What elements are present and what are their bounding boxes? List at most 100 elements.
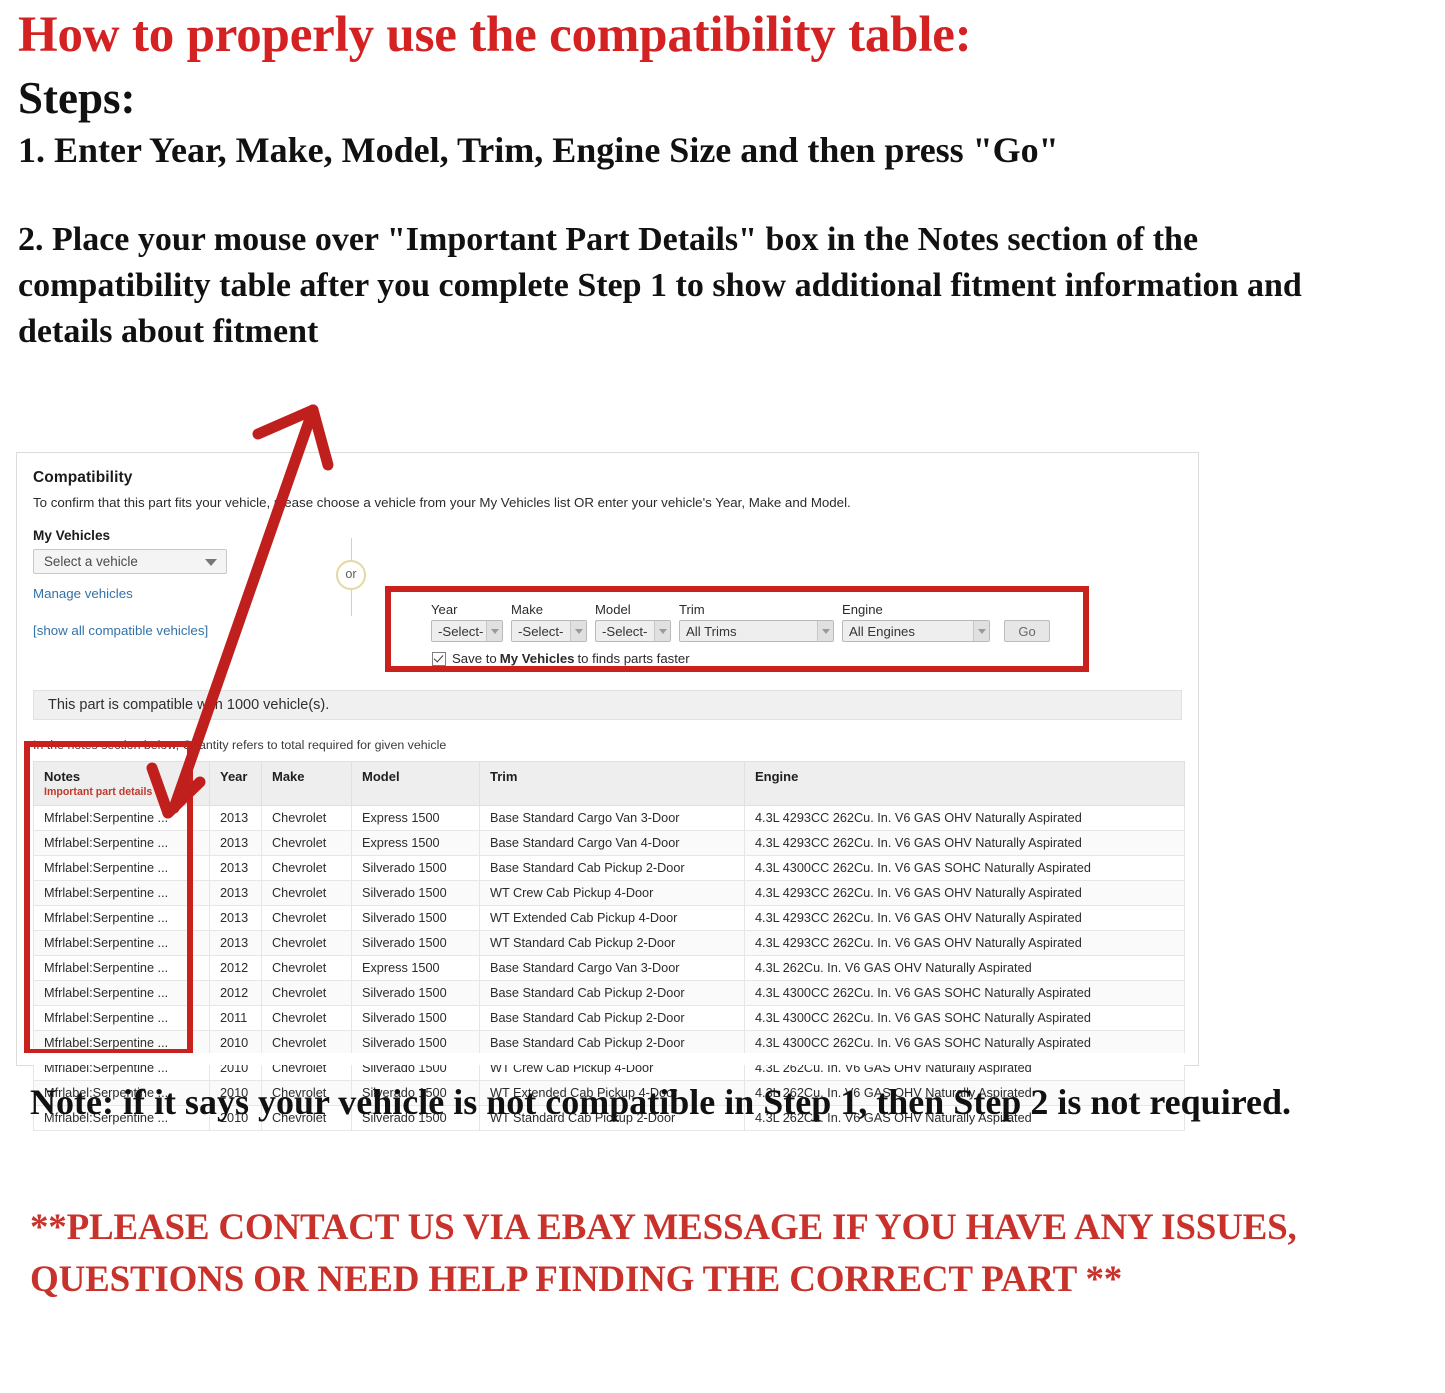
compatibility-heading: Compatibility <box>33 469 133 486</box>
cell-year: 2013 <box>209 805 262 831</box>
cell-model: Silverado 1500 <box>351 1005 480 1031</box>
model-value: -Select- <box>602 623 648 639</box>
save-checkbox[interactable] <box>432 651 446 666</box>
engine-select[interactable]: All Engines <box>842 620 990 642</box>
column-header-engine[interactable]: Engine <box>744 761 1185 806</box>
cell-year: 2013 <box>209 830 262 856</box>
model-label: Model <box>595 602 631 617</box>
save-prefix-label: Save to <box>452 651 497 666</box>
trim-label: Trim <box>679 602 705 617</box>
cell-notes: Mfrlabel:Serpentine ... <box>33 955 210 981</box>
make-select[interactable]: -Select- <box>511 620 587 642</box>
cell-engine: 4.3L 4300CC 262Cu. In. V6 GAS SOHC Natur… <box>744 855 1185 881</box>
cell-engine: 4.3L 4293CC 262Cu. In. V6 GAS OHV Natura… <box>744 880 1185 906</box>
vehicle-entry-area: My Vehicles Select a vehicle Manage vehi… <box>33 528 1182 678</box>
trim-select[interactable]: All Trims <box>679 620 834 642</box>
save-to-my-vehicles-row[interactable]: Save to My Vehicles to finds parts faste… <box>391 642 1083 666</box>
chevron-down-icon <box>973 621 989 641</box>
cell-year: 2013 <box>209 855 262 881</box>
chevron-down-icon <box>570 621 586 641</box>
vehicle-select-value: Select a vehicle <box>44 554 138 569</box>
go-button[interactable]: Go <box>1004 620 1050 642</box>
or-separator: or <box>333 538 369 616</box>
cell-engine: 4.3L 4293CC 262Cu. In. V6 GAS OHV Natura… <box>744 805 1185 831</box>
cell-trim: Base Standard Cab Pickup 2-Door <box>479 1030 745 1056</box>
vehicle-form-highlight-box: Year -Select- Make -Select- Model -Selec… <box>385 586 1089 672</box>
cell-year: 2011 <box>209 1005 262 1031</box>
table-row[interactable]: Mfrlabel:Serpentine ... 2013 Chevrolet Silv… <box>33 880 1185 906</box>
cell-notes: Mfrlabel:Serpentine ... <box>33 930 210 956</box>
important-part-details-label: Important part details <box>44 786 153 798</box>
cell-year: 2013 <box>209 880 262 906</box>
cell-engine: 4.3L 4293CC 262Cu. In. V6 GAS OHV Natura… <box>744 830 1185 856</box>
vehicle-select-dropdown[interactable]: Select a vehicle <box>33 549 227 574</box>
column-header-model[interactable]: Model <box>351 761 480 806</box>
cell-year: 2013 <box>209 905 262 931</box>
my-vehicles-label: My Vehicles <box>33 528 111 543</box>
vehicle-fields-row: Year -Select- Make -Select- Model -Selec… <box>391 592 1083 642</box>
cell-engine: 4.3L 4293CC 262Cu. In. V6 GAS OHV Natura… <box>744 930 1185 956</box>
or-line-bottom <box>350 590 352 616</box>
compatible-count-banner: This part is compatible with 1000 vehicl… <box>33 690 1182 720</box>
cell-engine: 4.3L 262Cu. In. V6 GAS OHV Naturally Asp… <box>744 955 1185 981</box>
cell-model: Express 1500 <box>351 805 480 831</box>
table-row[interactable]: Mfrlabel:Serpentine ... 2012 Chevrolet Expr… <box>33 955 1185 981</box>
chevron-down-icon <box>486 621 502 641</box>
instructions-block: How to properly use the compatibility ta… <box>18 7 1418 355</box>
table-row[interactable]: Mfrlabel:Serpentine ... 2012 Chevrolet Silv… <box>33 980 1185 1006</box>
column-header-year[interactable]: Year <box>209 761 262 806</box>
year-label: Year <box>431 602 458 617</box>
table-row[interactable]: Mfrlabel:Serpentine ... 2013 Chevrolet Expr… <box>33 830 1185 856</box>
cell-year: 2012 <box>209 955 262 981</box>
engine-value: All Engines <box>849 623 915 639</box>
year-select[interactable]: -Select- <box>431 620 503 642</box>
column-header-make[interactable]: Make <box>261 761 352 806</box>
cell-trim: Base Standard Cab Pickup 2-Door <box>479 980 745 1006</box>
cell-notes: Mfrlabel:Serpentine ... <box>33 805 210 831</box>
cell-model: Express 1500 <box>351 955 480 981</box>
cell-notes: Mfrlabel:Serpentine ... <box>33 1005 210 1031</box>
cell-make: Chevrolet <box>261 805 352 831</box>
step-1-text: 1. Enter Year, Make, Model, Trim, Engine… <box>18 130 1059 171</box>
table-header-row: Notes Important part details Year Make M… <box>33 761 1185 806</box>
cell-make: Chevrolet <box>261 855 352 881</box>
cell-trim: WT Extended Cab Pickup 4-Door <box>479 905 745 931</box>
notes-quantity-hint: In the notes section below, Quantity ref… <box>33 738 447 752</box>
cell-engine: 4.3L 4300CC 262Cu. In. V6 GAS SOHC Natur… <box>744 980 1185 1006</box>
cell-model: Silverado 1500 <box>351 905 480 931</box>
cell-make: Chevrolet <box>261 1030 352 1056</box>
table-row[interactable]: Mfrlabel:Serpentine ... 2010 Chevrolet Silv… <box>33 1030 1185 1056</box>
table-row[interactable]: Mfrlabel:Serpentine ... 2013 Chevrolet Silv… <box>33 905 1185 931</box>
table-row[interactable]: Mfrlabel:Serpentine ... 2013 Chevrolet Silv… <box>33 930 1185 956</box>
table-row[interactable]: Mfrlabel:Serpentine ... 2013 Chevrolet Silv… <box>33 855 1185 881</box>
model-field-group: Model -Select- <box>595 602 671 642</box>
cell-model: Silverado 1500 <box>351 880 480 906</box>
table-row[interactable]: Mfrlabel:Serpentine ... 2011 Chevrolet Silv… <box>33 1005 1185 1031</box>
cell-engine: 4.3L 4293CC 262Cu. In. V6 GAS OHV Natura… <box>744 905 1185 931</box>
column-header-trim[interactable]: Trim <box>479 761 745 806</box>
cell-model: Express 1500 <box>351 830 480 856</box>
cell-make: Chevrolet <box>261 830 352 856</box>
cell-engine: 4.3L 4300CC 262Cu. In. V6 GAS SOHC Natur… <box>744 1005 1185 1031</box>
note-text: Note: if it says your vehicle is not com… <box>30 1082 1292 1122</box>
column-header-notes[interactable]: Notes Important part details <box>33 761 210 806</box>
cell-notes: Mfrlabel:Serpentine ... <box>33 855 210 881</box>
chevron-down-icon <box>817 621 833 641</box>
cell-trim: Base Standard Cab Pickup 2-Door <box>479 1005 745 1031</box>
cell-model: Silverado 1500 <box>351 1030 480 1056</box>
cell-make: Chevrolet <box>261 905 352 931</box>
cell-year: 2010 <box>209 1030 262 1056</box>
or-badge: or <box>336 560 366 590</box>
model-select[interactable]: -Select- <box>595 620 671 642</box>
cell-trim: WT Standard Cab Pickup 2-Door <box>479 930 745 956</box>
make-field-group: Make -Select- <box>511 602 587 642</box>
chevron-down-icon <box>205 559 217 566</box>
table-row[interactable]: Mfrlabel:Serpentine ... 2013 Chevrolet Expr… <box>33 805 1185 831</box>
contact-text: **PLEASE CONTACT US VIA EBAY MESSAGE IF … <box>30 1207 1297 1300</box>
cell-trim: Base Standard Cargo Van 3-Door <box>479 955 745 981</box>
cell-year: 2013 <box>209 930 262 956</box>
make-label: Make <box>511 602 544 617</box>
cell-notes: Mfrlabel:Serpentine ... <box>33 905 210 931</box>
trim-field-group: Trim All Trims <box>679 602 834 642</box>
cell-model: Silverado 1500 <box>351 855 480 881</box>
